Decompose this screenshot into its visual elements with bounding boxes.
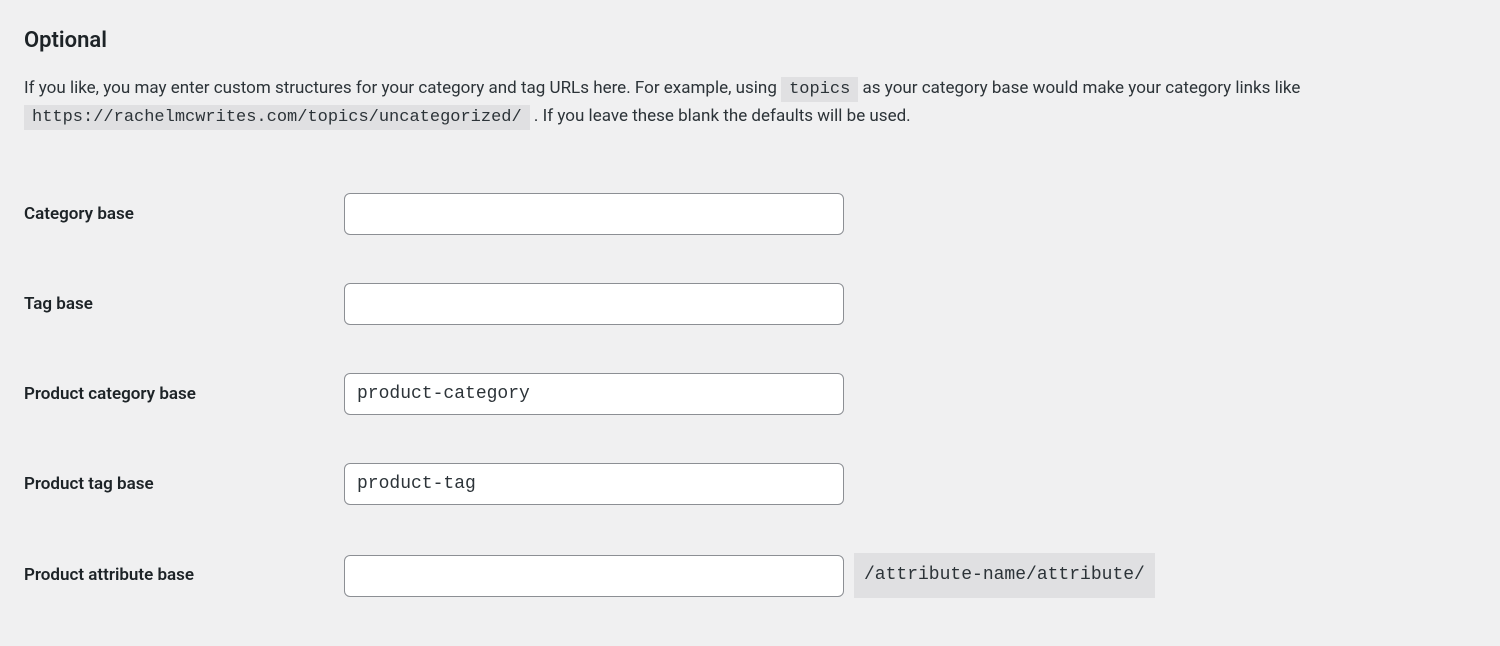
optional-heading: Optional [24,24,1476,57]
optional-description: If you like, you may enter custom struct… [24,75,1476,131]
tag-base-label: Tag base [24,259,344,349]
desc-text-post: . If you leave these blank the defaults … [534,106,911,126]
product-category-base-label: Product category base [24,349,344,439]
product-tag-base-label: Product tag base [24,439,344,529]
desc-text-mid: as your category base would make your ca… [863,78,1301,98]
category-base-input[interactable] [344,193,844,235]
tag-base-input[interactable] [344,283,844,325]
optional-settings-table: Category base Tag base Product category … [24,169,1476,622]
product-category-base-input[interactable] [344,373,844,415]
desc-code-topics: topics [781,77,858,102]
product-attribute-base-suffix: /attribute-name/attribute/ [854,553,1155,598]
product-attribute-base-label: Product attribute base [24,529,344,622]
product-tag-base-input[interactable] [344,463,844,505]
category-base-label: Category base [24,169,344,259]
desc-code-url: https://rachelmcwrites.com/topics/uncate… [24,105,530,130]
desc-text-pre: If you like, you may enter custom struct… [24,78,781,98]
product-attribute-base-input[interactable] [344,555,844,597]
